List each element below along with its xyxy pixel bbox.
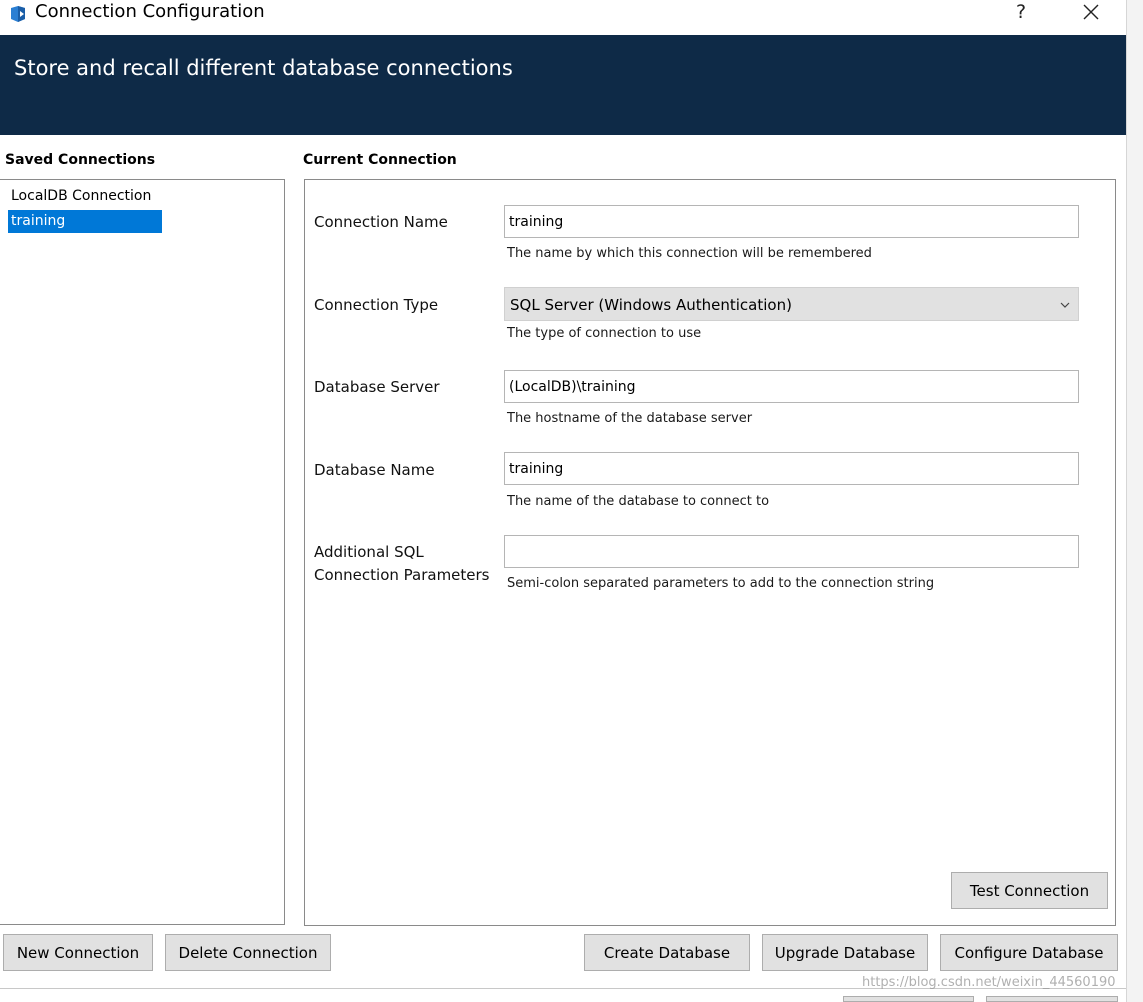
additional-parameters-label-line1: Additional SQL: [314, 543, 424, 561]
database-server-label: Database Server: [314, 378, 440, 396]
additional-parameters-label-line2: Connection Parameters: [314, 566, 490, 584]
create-database-button[interactable]: Create Database: [584, 934, 750, 971]
watermark: https://blog.csdn.net/weixin_44560190: [862, 975, 1116, 990]
upgrade-database-button[interactable]: Upgrade Database: [762, 934, 928, 971]
close-icon: [1083, 4, 1099, 20]
connection-name-label: Connection Name: [314, 213, 448, 231]
configure-database-button[interactable]: Configure Database: [940, 934, 1118, 971]
ok-button-partial[interactable]: [843, 996, 974, 1002]
additional-parameters-hint: Semi-colon separated parameters to add t…: [507, 576, 935, 591]
help-button[interactable]: ?: [1008, 0, 1034, 26]
banner-text: Store and recall different database conn…: [14, 56, 513, 80]
delete-connection-button[interactable]: Delete Connection: [165, 934, 331, 971]
test-connection-button[interactable]: Test Connection: [951, 872, 1108, 909]
connection-type-hint: The type of connection to use: [507, 326, 702, 341]
connection-type-label: Connection Type: [314, 296, 439, 314]
header-banner: [0, 35, 1126, 135]
database-server-hint: The hostname of the database server: [507, 411, 753, 426]
chevron-down-icon: [1058, 297, 1072, 311]
connection-name-hint: The name by which this connection will b…: [507, 246, 872, 261]
new-connection-button[interactable]: New Connection: [3, 934, 153, 971]
list-item-localdb-connection[interactable]: LocalDB Connection: [8, 185, 162, 208]
connection-type-value: SQL Server (Windows Authentication): [510, 296, 792, 314]
saved-connections-heading: Saved Connections: [5, 152, 156, 168]
database-server-input[interactable]: [504, 370, 1079, 403]
additional-parameters-input[interactable]: [504, 535, 1079, 568]
database-name-input[interactable]: [504, 452, 1079, 485]
cancel-button-partial[interactable]: [986, 996, 1118, 1002]
current-connection-heading: Current Connection: [303, 152, 457, 168]
database-name-hint: The name of the database to connect to: [507, 494, 770, 509]
window-edge: [1126, 0, 1143, 1002]
saved-connections-list[interactable]: LocalDB Connection training: [0, 179, 285, 925]
close-button[interactable]: [1074, 0, 1108, 26]
list-item-training[interactable]: training: [8, 210, 162, 233]
app-icon: [9, 5, 27, 23]
window-title: Connection Configuration: [35, 1, 265, 22]
database-name-label: Database Name: [314, 461, 435, 479]
connection-name-input[interactable]: [504, 205, 1079, 238]
